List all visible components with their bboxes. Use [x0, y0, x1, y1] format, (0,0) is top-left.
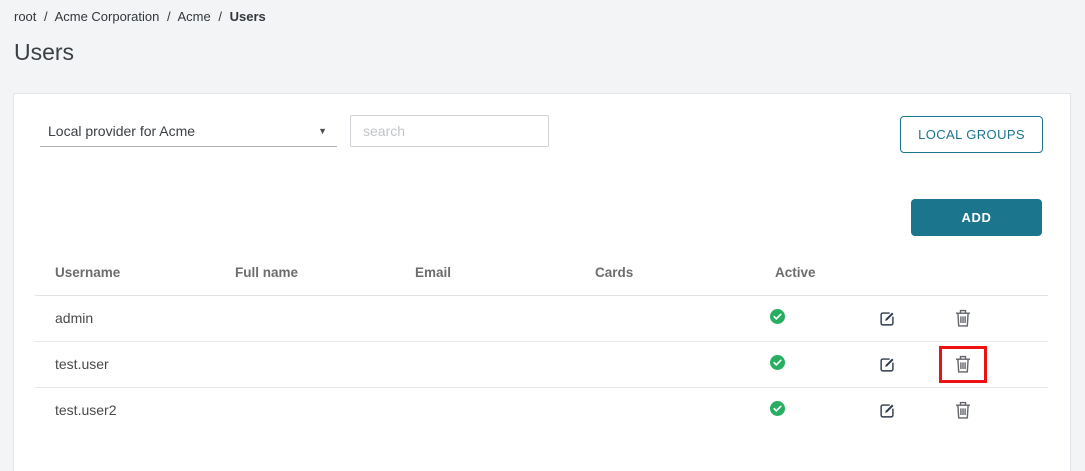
- breadcrumb-separator: /: [167, 9, 171, 24]
- search-input[interactable]: [350, 115, 549, 147]
- cell-active: [755, 295, 845, 341]
- provider-select[interactable]: Local provider for Acme ▼: [40, 116, 337, 147]
- cell-username: admin: [35, 295, 215, 341]
- cell-delete-action: [930, 295, 995, 341]
- cell-full-name: [215, 387, 395, 433]
- cell-delete-action: [930, 341, 995, 387]
- cell-full-name: [215, 295, 395, 341]
- cell-full-name: [215, 341, 395, 387]
- edit-icon: [878, 316, 897, 331]
- highlight-annotation-box: [939, 346, 987, 383]
- table-header-row: Username Full name Email Cards Active: [35, 250, 1048, 295]
- column-header-cards: Cards: [575, 250, 755, 295]
- breadcrumb-separator: /: [218, 9, 222, 24]
- caret-down-icon: ▼: [318, 126, 327, 136]
- add-button[interactable]: ADD: [911, 199, 1042, 236]
- cell-email: [395, 387, 575, 433]
- table-row: test.user2: [35, 387, 1048, 433]
- column-header-edit-actions: [845, 250, 930, 295]
- column-header-full-name: Full name: [215, 250, 395, 295]
- cell-email: [395, 341, 575, 387]
- cell-cards: [575, 341, 755, 387]
- delete-user-button[interactable]: [953, 353, 973, 375]
- edit-user-button[interactable]: [876, 399, 899, 422]
- users-panel: Local provider for Acme ▼ LOCAL GROUPS A…: [13, 93, 1071, 471]
- trash-icon: [955, 407, 971, 422]
- cell-username: test.user: [35, 341, 215, 387]
- breadcrumb-acme[interactable]: Acme: [178, 9, 211, 24]
- cell-cards: [575, 387, 755, 433]
- column-header-email: Email: [395, 250, 575, 295]
- cell-cards: [575, 295, 755, 341]
- page-title: Users: [14, 39, 74, 66]
- breadcrumb-root[interactable]: root: [14, 9, 36, 24]
- cell-spacer: [995, 295, 1048, 341]
- active-check-icon: [770, 355, 785, 370]
- delete-user-button[interactable]: [953, 307, 973, 329]
- cell-spacer: [995, 387, 1048, 433]
- breadcrumb-separator: /: [44, 9, 48, 24]
- edit-user-button[interactable]: [876, 353, 899, 376]
- active-check-icon: [770, 401, 785, 416]
- trash-icon: [955, 315, 971, 330]
- cell-spacer: [995, 341, 1048, 387]
- cell-edit-action: [845, 341, 930, 387]
- column-header-active: Active: [755, 250, 845, 295]
- cell-active: [755, 387, 845, 433]
- cell-email: [395, 295, 575, 341]
- table-row: test.user: [35, 341, 1048, 387]
- column-header-username: Username: [35, 250, 215, 295]
- provider-select-value: Local provider for Acme: [48, 123, 195, 139]
- cell-edit-action: [845, 387, 930, 433]
- cell-username: test.user2: [35, 387, 215, 433]
- edit-icon: [878, 362, 897, 377]
- cell-edit-action: [845, 295, 930, 341]
- edit-icon: [878, 408, 897, 423]
- active-check-icon: [770, 309, 785, 324]
- breadcrumb-acme-corporation[interactable]: Acme Corporation: [55, 9, 160, 24]
- cell-delete-action: [930, 387, 995, 433]
- column-header-delete-actions: [930, 250, 995, 295]
- cell-active: [755, 341, 845, 387]
- local-groups-button[interactable]: LOCAL GROUPS: [900, 116, 1043, 153]
- delete-user-button[interactable]: [953, 399, 973, 421]
- breadcrumb-current-users: Users: [230, 9, 266, 24]
- breadcrumb: root / Acme Corporation / Acme / Users: [14, 9, 266, 24]
- table-row: admin: [35, 295, 1048, 341]
- edit-user-button[interactable]: [876, 307, 899, 330]
- users-table: Username Full name Email Cards Active ad…: [35, 250, 1048, 433]
- trash-icon: [955, 361, 971, 376]
- column-header-spacer: [995, 250, 1048, 295]
